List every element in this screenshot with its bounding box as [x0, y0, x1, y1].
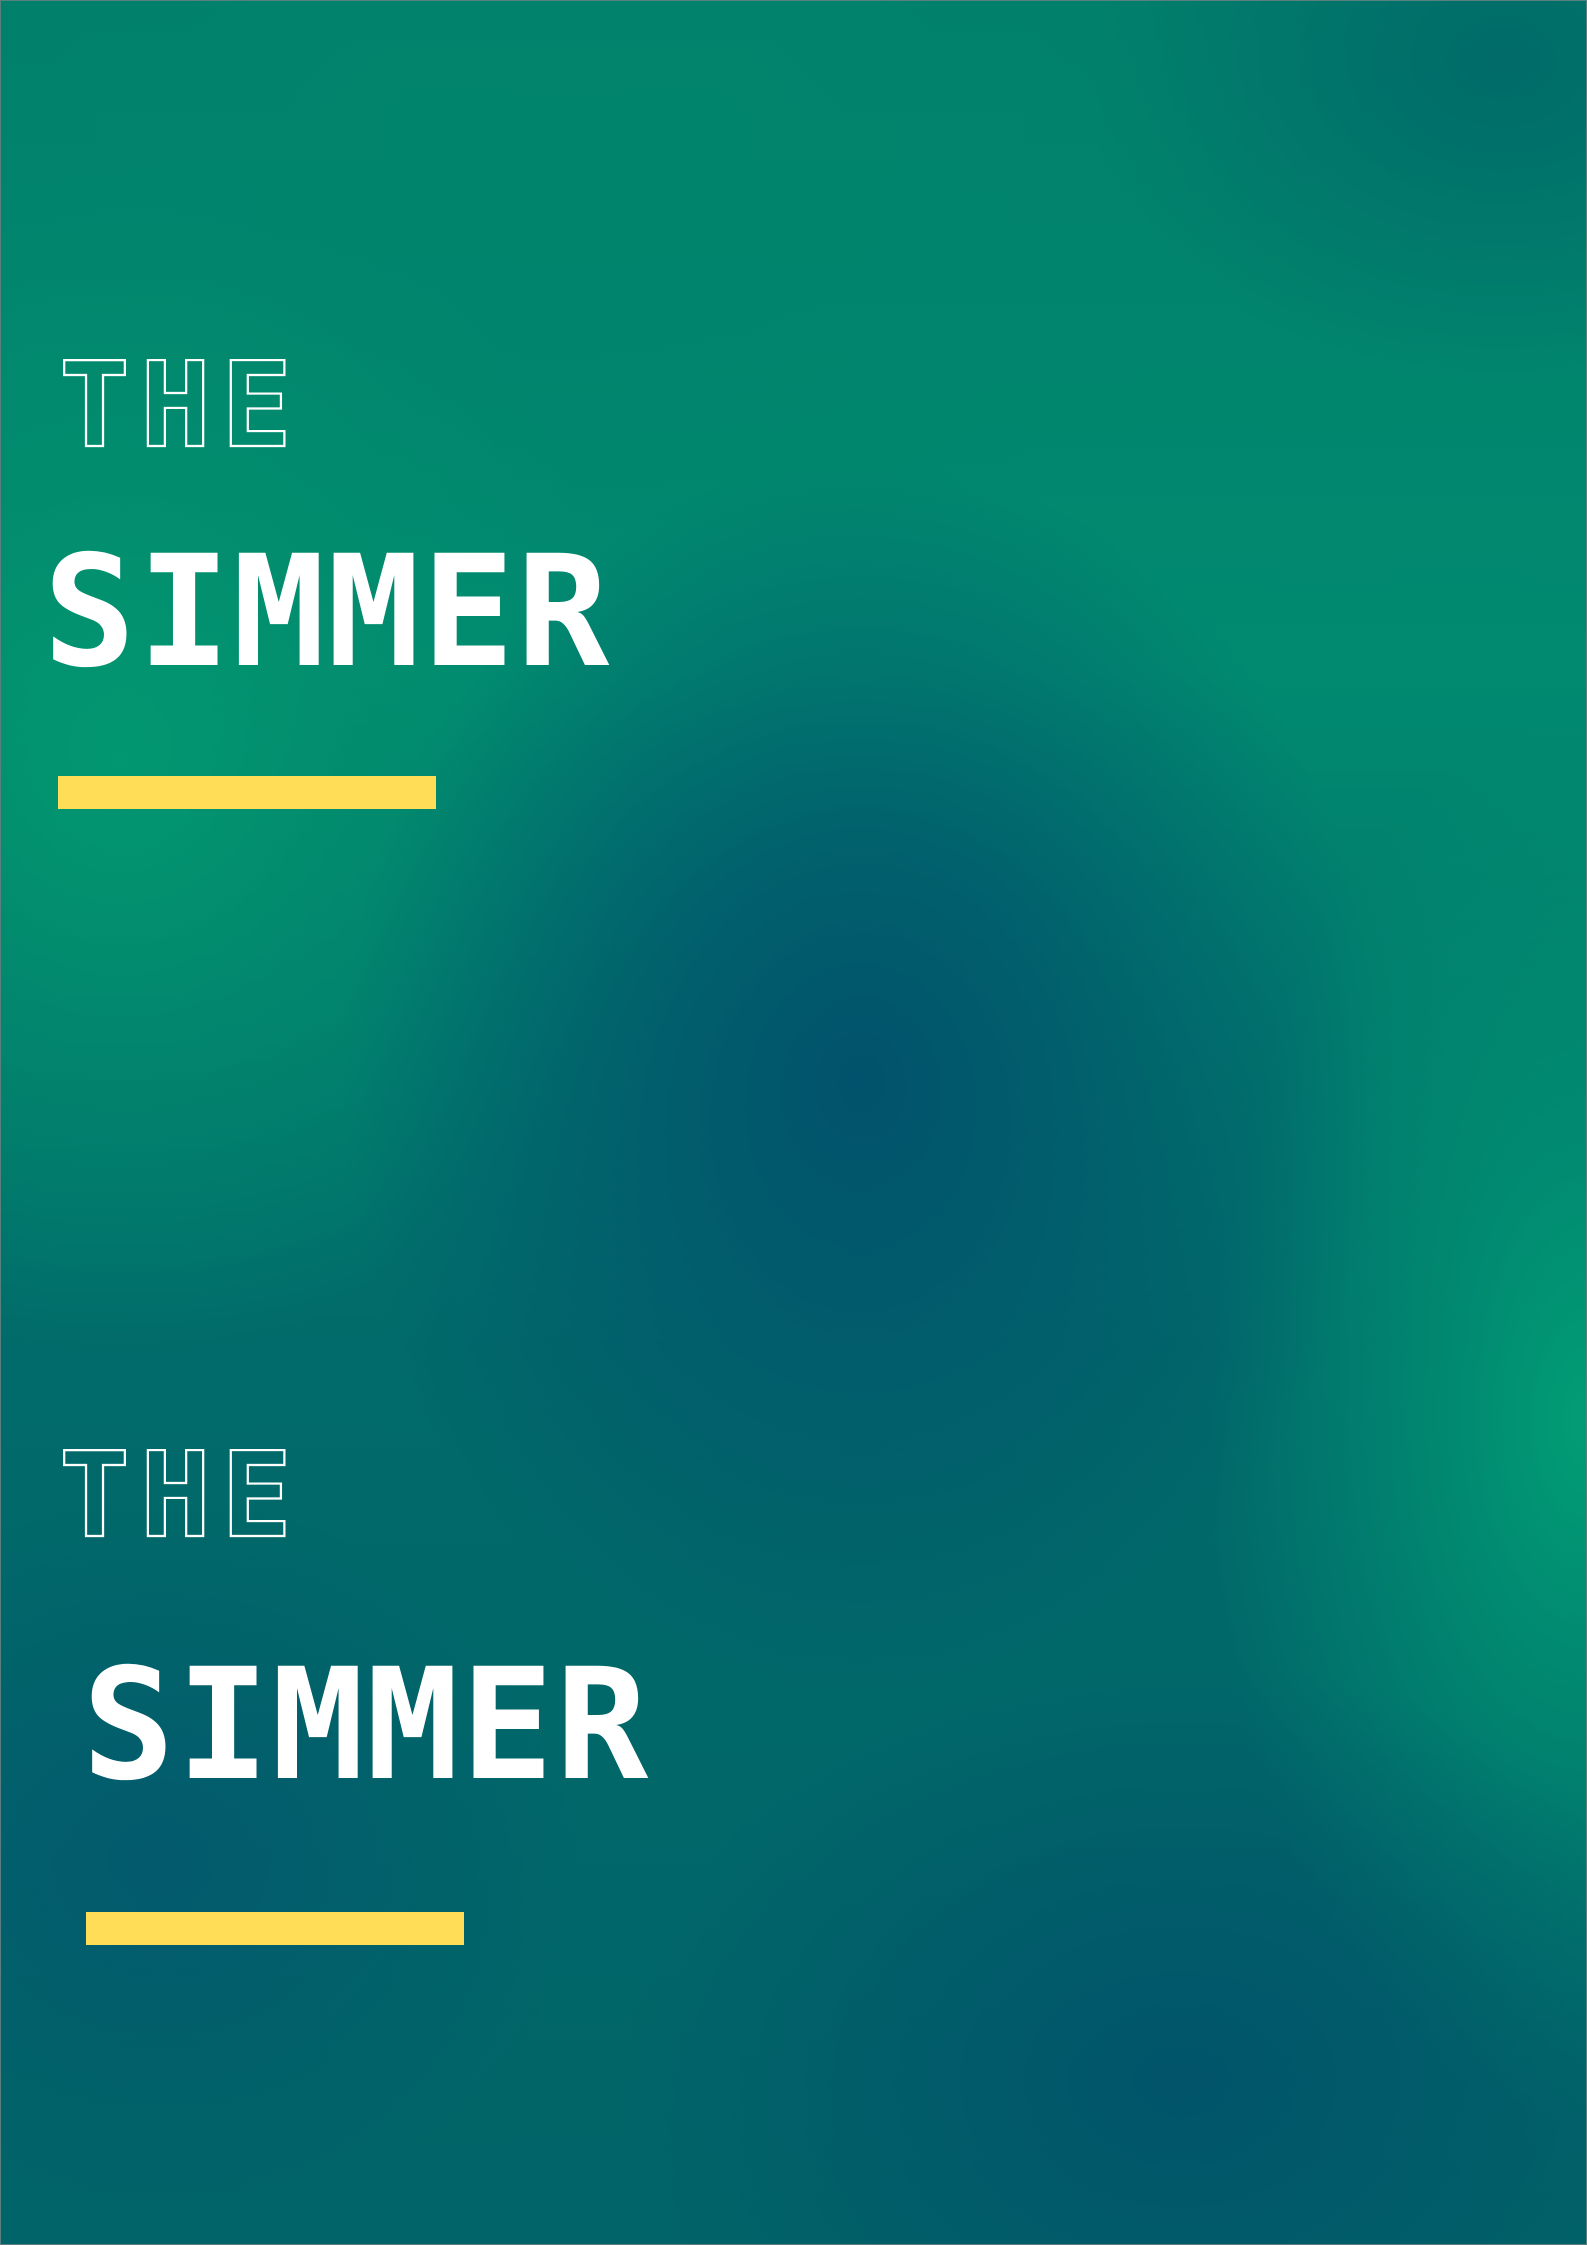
simmer-title: SIMMER — [82, 1636, 651, 1815]
simmer-title: SIMMER — [43, 523, 612, 702]
outline-the-text: THE — [59, 1426, 302, 1564]
yellow-accent-bar — [58, 776, 436, 809]
outline-the-text: THE — [59, 336, 302, 474]
yellow-accent-bar — [86, 1912, 464, 1945]
poster: THE SIMMER THE SIMMER — [0, 0, 1587, 2245]
outline-the-word: THE — [58, 335, 293, 475]
outline-the-word: THE — [58, 1425, 293, 1565]
